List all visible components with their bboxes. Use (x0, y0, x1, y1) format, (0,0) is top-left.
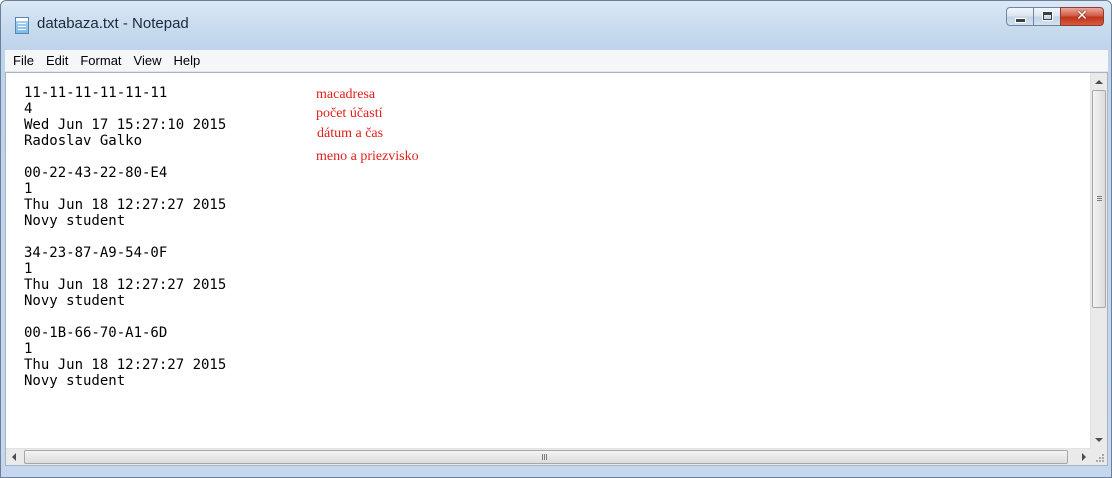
minimize-icon (1016, 19, 1025, 22)
size-grip-dot (1102, 454, 1104, 456)
vertical-scrollbar[interactable] (1090, 73, 1107, 449)
size-grip-dot (1099, 457, 1101, 459)
size-grip[interactable] (1090, 448, 1107, 465)
text-line: 11-11-11-11-11-11 (24, 85, 168, 101)
text-line: 1 (24, 261, 33, 277)
scroll-left-arrow-icon[interactable] (12, 453, 16, 461)
text-line: 00-22-43-22-80-E4 (24, 165, 168, 181)
text-line: Wed Jun 17 15:27:10 2015 (24, 117, 227, 133)
horizontal-scrollbar[interactable] (6, 448, 1092, 465)
annotation-meno-a-priezvisko: meno a priezvisko (316, 149, 419, 164)
text-line: Thu Jun 18 12:27:27 2015 (24, 357, 227, 373)
document-text[interactable]: 11-11-11-11-11-11 4 Wed Jun 17 15:27:10 … (24, 85, 1084, 445)
menu-format[interactable]: Format (74, 50, 127, 71)
scroll-up-arrow-icon[interactable] (1095, 80, 1103, 84)
horizontal-scroll-thumb[interactable] (24, 450, 1068, 464)
text-line: Thu Jun 18 12:27:27 2015 (24, 277, 227, 293)
size-grip-dot (1096, 460, 1098, 462)
scroll-right-arrow-icon[interactable] (1082, 453, 1086, 461)
text-line: Novy student (24, 373, 126, 389)
maximize-button[interactable] (1033, 7, 1061, 26)
size-grip-dot (1102, 460, 1104, 462)
close-icon: ✕ (1076, 8, 1088, 24)
text-line: Novy student (24, 293, 126, 309)
text-line: 34-23-87-A9-54-0F (24, 245, 168, 261)
notepad-icon[interactable] (15, 17, 29, 34)
annotation-macadresa: macadresa (316, 87, 376, 102)
scroll-down-arrow-icon[interactable] (1095, 438, 1103, 442)
title-bar[interactable]: databaza.txt - Notepad ✕ (1, 1, 1111, 50)
maximize-icon (1043, 12, 1052, 20)
text-line: 1 (24, 341, 33, 357)
size-grip-dot (1102, 457, 1104, 459)
vertical-scroll-thumb[interactable] (1092, 90, 1106, 308)
window-title: databaza.txt - Notepad (37, 15, 189, 32)
menu-bar: File Edit Format View Help (5, 50, 1108, 72)
size-grip-dot (1099, 460, 1101, 462)
minimize-button[interactable] (1006, 7, 1034, 26)
annotation-datum-a-cas: dátum a čas (317, 126, 384, 141)
text-editor[interactable]: 11-11-11-11-11-11 4 Wed Jun 17 15:27:10 … (5, 72, 1108, 466)
text-line: 00-1B-66-70-A1-6D (24, 325, 168, 341)
grip-icon (542, 454, 543, 460)
menu-edit[interactable]: Edit (40, 50, 74, 71)
notepad-window: databaza.txt - Notepad ✕ File Edit Forma… (0, 0, 1112, 478)
menu-view[interactable]: View (128, 50, 168, 71)
text-line: 4 (24, 101, 33, 117)
text-line: Radoslav Galko (24, 133, 143, 149)
menu-help[interactable]: Help (167, 50, 206, 71)
annotation-pocet-ucasti: počet účastí (316, 106, 383, 121)
grip-icon (1097, 196, 1102, 197)
text-line: Thu Jun 18 12:27:27 2015 (24, 197, 227, 213)
caption-buttons: ✕ (1006, 7, 1104, 27)
text-line: Novy student (24, 213, 126, 229)
close-button[interactable]: ✕ (1060, 7, 1104, 26)
menu-file[interactable]: File (5, 50, 40, 71)
text-line: 1 (24, 181, 33, 197)
